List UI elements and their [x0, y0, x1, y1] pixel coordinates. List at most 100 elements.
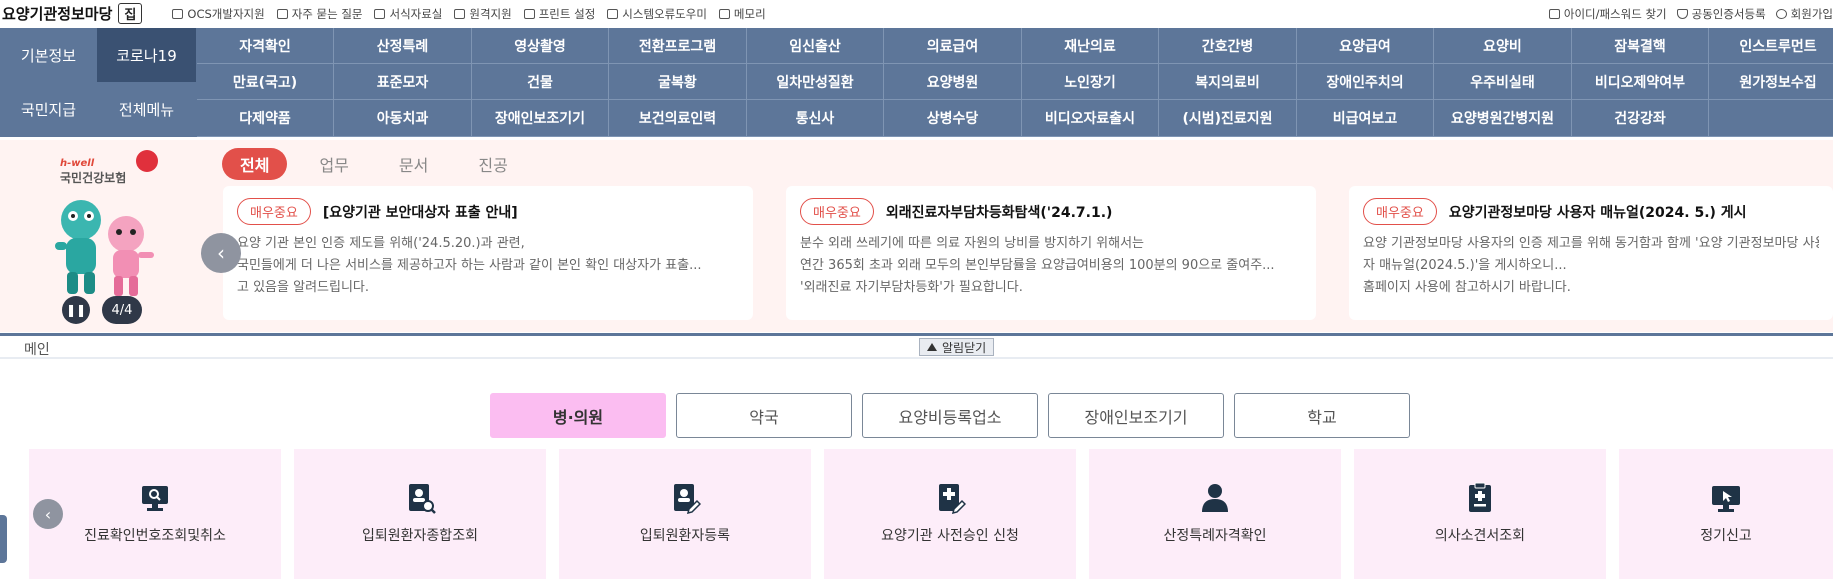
nav-menu-item[interactable]: 인스트루먼트	[1709, 28, 1833, 64]
find-id-link[interactable]: 아이디/패스워드 찾기	[1548, 6, 1667, 22]
notice-body: 요양 기관 본인 인증 제도를 위해('24.5.20.)과 관련, 국민들에게…	[237, 236, 702, 295]
nav-national-payment[interactable]: 국민지급	[0, 82, 97, 137]
nav-menu-item[interactable]: 통신사	[747, 100, 884, 137]
error-helper-link[interactable]: 시스템오류도우미	[607, 6, 707, 22]
notice-tabs: 전체 업무 문서 진공	[222, 148, 540, 180]
notice-title: [요양기관 보안대상자 표출 안내]	[322, 204, 518, 221]
nav-menu-item[interactable]: 원가정보수집	[1709, 64, 1833, 100]
service-prior-approval[interactable]: 요양기관 사전승인 신청	[824, 449, 1076, 579]
service-doctor-opinion[interactable]: 의사소견서조회	[1354, 449, 1606, 579]
slide-pager: 4/4	[102, 296, 142, 324]
service-admission-register[interactable]: 입퇴원환자등록	[559, 449, 811, 579]
site-brand[interactable]: 요양기관정보마당	[2, 3, 112, 24]
triangle-up-icon	[927, 343, 937, 351]
service-label: 입퇴원환자등록	[639, 528, 731, 544]
nav-menu-item[interactable]: (시범)진료지원	[1159, 100, 1297, 137]
notice-card[interactable]: 매우중요 외래진료자부담차등화탐색('24.7.1.) 분수 외래 쓰레기에 따…	[786, 186, 1316, 320]
service-label: 정기신고	[1700, 528, 1752, 544]
institution-segments: 병·의원 약국 요양비등록업소 장애인보조기기 학교	[490, 393, 1420, 438]
id-icon	[1548, 8, 1560, 19]
tab-all[interactable]: 전체	[222, 148, 288, 180]
nav-menu-item[interactable]: 비디오제약여부	[1572, 64, 1709, 100]
remote-support-link[interactable]: 원격지원	[454, 6, 512, 22]
faq-link[interactable]: 자주 묻는 질문	[276, 6, 362, 22]
shield-icon	[1676, 8, 1688, 19]
nav-menu-item[interactable]: 표준모자	[334, 64, 472, 100]
nav-menu-item[interactable]: 상병수당	[884, 100, 1022, 137]
nav-menu-item[interactable]: 간호간병	[1159, 28, 1297, 64]
nav-menu-item[interactable]: 영상촬영	[472, 28, 609, 64]
nav-menu-item[interactable]: 건강강좌	[1572, 100, 1709, 137]
person-icon	[1202, 484, 1228, 512]
cert-register-link[interactable]: 공동인증서등록	[1676, 6, 1766, 22]
notice-title: 요양기관정보마당 사용자 매뉴얼(2024. 5.) 게시	[1448, 204, 1747, 221]
notice-body: 요양 기관정보마당 사용자의 인증 제고를 위해 동거함과 함께 '요양 기관정…	[1363, 236, 1819, 295]
service-special-case[interactable]: 산정특례자격확인	[1089, 449, 1341, 579]
utility-links: OCS개발자지원 자주 묻는 질문 서식자료실 원격지원 프린트 설정 시스템오…	[172, 6, 777, 22]
segment-care-vendor[interactable]: 요양비등록업소	[862, 393, 1038, 438]
doc-plus-icon	[939, 484, 966, 514]
notice-card[interactable]: 매우중요 [요양기관 보안대상자 표출 안내] 요양 기관 본인 인증 제도를 …	[223, 186, 753, 320]
nav-menu-item[interactable]: 임신출산	[747, 28, 884, 64]
nav-menu-item[interactable]: 보건의료인력	[609, 100, 747, 137]
nav-menu-item[interactable]: 다제약품	[197, 100, 334, 137]
side-panel-handle[interactable]	[0, 515, 7, 563]
top-bar: 요양기관정보마당 집 OCS개발자지원 자주 묻는 질문 서식자료실 원격지원 …	[0, 0, 1833, 27]
nav-menu-item[interactable]: 건물	[472, 64, 609, 100]
nav-menu-item[interactable]: 전환프로그램	[609, 28, 747, 64]
print-settings-link[interactable]: 프린트 설정	[523, 6, 595, 22]
ocs-developer-link[interactable]: OCS개발자지원	[172, 6, 265, 22]
notice-prev-button[interactable]: ‹	[201, 233, 241, 273]
nav-basic-info[interactable]: 기본정보	[0, 28, 97, 82]
home-box-icon[interactable]: 집	[118, 3, 143, 24]
nav-menu-item[interactable]: 자격확인	[197, 28, 334, 64]
nav-menu-item[interactable]: 아동치과	[334, 100, 472, 137]
service-label: 의사소견서조회	[1434, 528, 1526, 544]
notice-card[interactable]: 매우중요 요양기관정보마당 사용자 매뉴얼(2024. 5.) 게시 요양 기관…	[1349, 186, 1833, 320]
nav-menu-item[interactable]: 노인장기	[1022, 64, 1159, 100]
segment-clinic[interactable]: 병·의원	[490, 393, 666, 438]
nav-menu-item[interactable]: 장애인보조기기	[472, 100, 609, 137]
account-links: 아이디/패스워드 찾기 공동인증서등록 회원가입	[1539, 0, 1833, 27]
nav-menu-item[interactable]: 의료급여	[884, 28, 1022, 64]
tab-progress[interactable]: 진공	[460, 148, 525, 180]
nav-menu-item[interactable]: 요양비	[1434, 28, 1572, 64]
pause-button[interactable]: ❚❚	[62, 296, 90, 324]
nav-menu-item[interactable]: 복지의료비	[1159, 64, 1297, 100]
nav-menu-item	[1709, 100, 1833, 137]
signup-link[interactable]: 회원가입	[1775, 6, 1833, 22]
segment-school[interactable]: 학교	[1234, 393, 1410, 438]
tab-docs[interactable]: 문서	[381, 148, 446, 180]
doc-search-icon	[409, 484, 436, 514]
nav-menu-item[interactable]: 요양병원간병지원	[1434, 100, 1572, 137]
nav-menu-item[interactable]: 요양병원	[884, 64, 1022, 100]
memo-link[interactable]: 메모리	[718, 6, 766, 22]
importance-badge: 매우중요	[800, 198, 874, 225]
nav-all-menu[interactable]: 전체메뉴	[97, 82, 196, 137]
nav-menu-item[interactable]: 잠복결핵	[1572, 28, 1709, 64]
nav-menu-item[interactable]: 산정특례	[334, 28, 472, 64]
nav-menu-item[interactable]: 만료(국고)	[197, 64, 334, 100]
nav-menu-item[interactable]: 비급여보고	[1297, 100, 1434, 137]
nav-menu-item[interactable]: 비디오자료출시	[1022, 100, 1159, 137]
nav-menu-item[interactable]: 일차만성질환	[747, 64, 884, 100]
close-notice-button[interactable]: 알림닫기	[919, 338, 995, 356]
segment-assistive-device[interactable]: 장애인보조기기	[1048, 393, 1224, 438]
tab-work[interactable]: 업무	[301, 148, 366, 180]
nav-menu-item[interactable]: 요양급여	[1297, 28, 1434, 64]
nav-menu-item[interactable]: 재난의료	[1022, 28, 1159, 64]
nav-menu-item[interactable]: 장애인주치의	[1297, 64, 1434, 100]
segment-pharmacy[interactable]: 약국	[676, 393, 852, 438]
forms-link[interactable]: 서식자료실	[374, 6, 442, 22]
nav-covid19[interactable]: 코로나19	[97, 28, 196, 82]
notice-body: 분수 외래 쓰레기에 따른 의료 자원의 낭비를 방지하기 위해서는 연간 36…	[800, 236, 1275, 295]
service-admission-inquiry[interactable]: 입퇴원환자종합조회	[294, 449, 546, 579]
service-regular-report[interactable]: 정기신고	[1619, 449, 1833, 579]
service-treatment-confirm[interactable]: 진료확인번호조회및취소	[29, 449, 281, 579]
nav-menu-item[interactable]: 굴복황	[609, 64, 747, 100]
main-nav: 기본정보 코로나19 국민지급 전체메뉴 자격확인 산정특례 영상촬영 전환프로그램 임…	[0, 28, 1833, 137]
nav-menu-item[interactable]: 우주비실태	[1434, 64, 1572, 100]
main-bar: 메인 알림닫기	[0, 333, 1833, 359]
monitor-icon	[454, 8, 466, 19]
services-prev-button[interactable]: ‹	[33, 499, 63, 529]
